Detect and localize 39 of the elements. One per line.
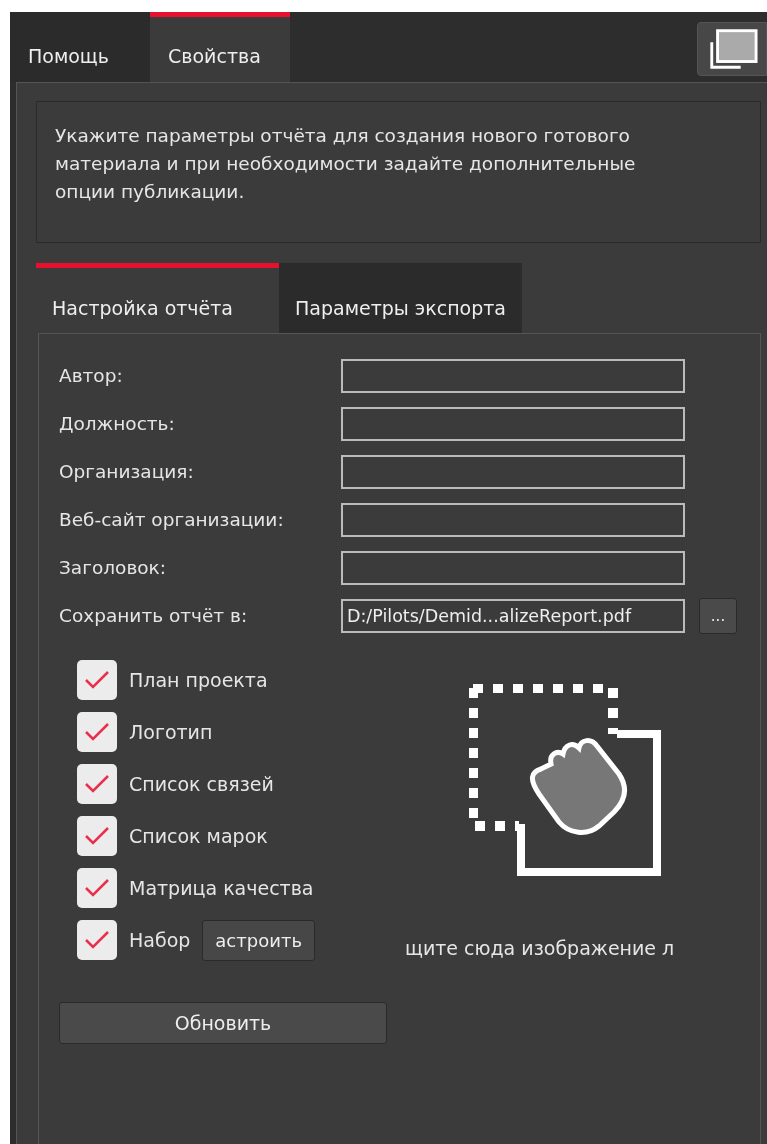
check-icon	[84, 826, 110, 846]
checkbox-label: Логотип	[129, 719, 213, 745]
description-text: Укажите параметры отчёта для создания нового готового материала и при необходимости задайте дополнительные опции публикации.	[36, 101, 761, 243]
panel-tab[interactable]: Свойства	[150, 12, 290, 82]
browse-button[interactable]: ...	[699, 598, 737, 634]
check-icon	[84, 930, 110, 950]
field-label: Сохранить отчёт в:	[59, 604, 249, 629]
window-restore-icon[interactable]	[697, 22, 767, 76]
checkbox[interactable]	[77, 868, 117, 908]
field-label: Веб-сайт организации:	[59, 508, 285, 533]
text-field[interactable]	[341, 551, 685, 585]
configure-button[interactable]: астроить	[202, 919, 315, 961]
checkbox[interactable]	[77, 920, 117, 960]
section-tab[interactable]: Параметры экспорта	[279, 263, 522, 333]
checkbox-label: Список марок	[129, 823, 268, 849]
text-field[interactable]: D:/Pilots/Demid...alizeReport.pdf	[341, 599, 685, 633]
text-field[interactable]	[341, 407, 685, 441]
checkbox-label: Набор	[129, 927, 191, 953]
checkbox-label: План проекта	[129, 667, 268, 693]
checkbox[interactable]	[77, 712, 117, 752]
checkbox-label: Список связей	[129, 771, 274, 797]
checkbox[interactable]	[77, 660, 117, 700]
drop-hint-text: щите сюда изображение л	[405, 936, 675, 961]
text-field[interactable]	[341, 359, 685, 393]
checkbox-label: Матрица качества	[129, 875, 314, 901]
field-label: Должность:	[59, 412, 176, 437]
checkbox[interactable]	[77, 816, 117, 856]
checkbox[interactable]	[77, 764, 117, 804]
check-icon	[84, 722, 110, 742]
check-icon	[84, 878, 110, 898]
drag-drop-hand-icon	[469, 684, 663, 878]
field-label: Автор:	[59, 364, 124, 389]
update-button[interactable]: Обновить	[59, 1002, 387, 1044]
field-label: Заголовок:	[59, 556, 167, 581]
field-label: Организация:	[59, 460, 195, 485]
text-field[interactable]	[341, 503, 685, 537]
check-icon	[84, 670, 110, 690]
text-field[interactable]	[341, 455, 685, 489]
check-icon	[84, 774, 110, 794]
